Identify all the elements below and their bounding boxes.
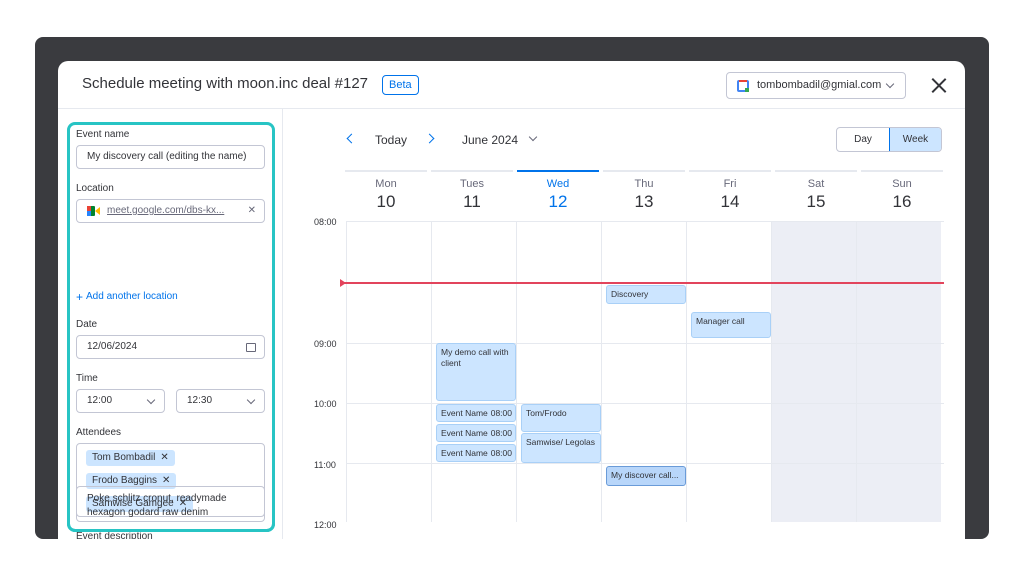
time-label-1200: 12:00 — [314, 520, 337, 530]
event-description-label: Event description — [76, 531, 153, 539]
month-selector[interactable]: June 2024 — [462, 133, 518, 147]
date-label: Date — [76, 319, 98, 330]
day-header-thu[interactable]: Thu 13 — [603, 170, 685, 222]
event-my-discover-call[interactable]: My discover call... — [606, 466, 686, 486]
day-column[interactable] — [856, 222, 941, 522]
time-label: Time — [76, 373, 98, 384]
location-link[interactable]: meet.google.com/dbs-kx... — [107, 205, 224, 216]
modal-title: Schedule meeting with moon.inc deal #127 — [82, 75, 369, 92]
time-label-0900: 09:00 — [314, 339, 337, 349]
google-meet-icon — [87, 206, 100, 216]
event-name-label: Event name — [76, 129, 130, 140]
time-start-value: 12:00 — [87, 395, 113, 406]
hour-line — [346, 463, 944, 464]
location-field[interactable]: meet.google.com/dbs-kx... ✕ — [76, 199, 265, 223]
attendees-label: Attendees — [76, 427, 122, 438]
event-manager-call[interactable]: Manager call — [691, 312, 771, 338]
attendee-chip: Tom Bombadil ✕ — [86, 450, 175, 466]
chevron-down-icon — [246, 395, 256, 405]
google-calendar-icon — [737, 80, 749, 92]
day-view-button[interactable]: Day — [837, 128, 889, 151]
calendar-icon[interactable] — [246, 343, 256, 352]
day-header-mon[interactable]: Mon 10 — [345, 170, 427, 222]
time-end-select[interactable]: 12:30 — [176, 389, 265, 413]
day-column[interactable] — [771, 222, 856, 522]
event-samwise-legolas[interactable]: Samwise/ Legolas — [521, 433, 601, 463]
beta-badge: Beta — [382, 75, 419, 95]
event-discovery[interactable]: Discovery — [606, 285, 686, 304]
close-icon[interactable] — [930, 77, 948, 95]
date-value: 12/06/2024 — [87, 341, 138, 352]
chevron-down-icon — [885, 79, 895, 89]
calendar-panel: Today June 2024 Day Week Mon 10 Tues 11 We… — [284, 109, 965, 539]
account-selector[interactable]: tombombadil@gmial.com — [726, 72, 906, 99]
modal-header: Schedule meeting with moon.inc deal #127… — [58, 61, 965, 109]
form-highlight-bottom — [67, 485, 275, 532]
day-column[interactable] — [686, 222, 771, 522]
time-end-value: 12:30 — [187, 395, 213, 406]
clear-location-icon[interactable]: ✕ — [248, 200, 256, 222]
day-header-sat[interactable]: Sat 15 — [775, 170, 857, 222]
event-demo-call[interactable]: My demo call with client — [436, 343, 516, 401]
date-field[interactable]: 12/06/2024 — [76, 335, 265, 359]
current-time-line — [342, 282, 944, 284]
event-name-field[interactable]: My discovery call (editing the name) — [76, 145, 265, 169]
chevron-down-icon — [146, 395, 156, 405]
event-item[interactable]: Event Name 08:00 — [436, 444, 516, 462]
time-label-1000: 10:00 — [314, 399, 337, 409]
day-column[interactable] — [346, 222, 431, 522]
account-email: tombombadil@gmial.com — [757, 79, 882, 91]
day-header-fri[interactable]: Fri 14 — [689, 170, 771, 222]
location-label: Location — [76, 183, 114, 194]
event-item[interactable]: Event Name 08:00 — [436, 424, 516, 442]
day-header-tues[interactable]: Tues 11 — [431, 170, 513, 222]
remove-attendee-icon[interactable]: ✕ — [160, 452, 168, 463]
today-button[interactable]: Today — [375, 133, 407, 147]
week-view-button[interactable]: Week — [889, 128, 941, 151]
view-toggle: Day Week — [836, 127, 942, 152]
event-form-panel: Event name My discovery call (editing th… — [58, 109, 283, 539]
chevron-right-icon[interactable] — [424, 133, 435, 144]
time-start-select[interactable]: 12:00 — [76, 389, 165, 413]
add-another-location-link[interactable]: Add another location — [86, 291, 178, 302]
event-item[interactable]: Event Name 08:00 — [436, 404, 516, 422]
plus-icon[interactable]: + — [76, 290, 83, 304]
chevron-down-icon[interactable] — [528, 132, 538, 142]
day-column[interactable] — [516, 222, 601, 522]
time-label-1100: 11:00 — [314, 460, 336, 470]
day-header-wed[interactable]: Wed 12 — [517, 170, 599, 222]
hour-line — [346, 403, 944, 404]
event-tom-frodo[interactable]: Tom/Frodo — [521, 404, 601, 432]
chevron-left-icon[interactable] — [346, 133, 357, 144]
day-header-sun[interactable]: Sun 16 — [861, 170, 943, 222]
time-label-0800: 08:00 — [314, 217, 337, 227]
schedule-meeting-modal: Schedule meeting with moon.inc deal #127… — [58, 61, 965, 539]
